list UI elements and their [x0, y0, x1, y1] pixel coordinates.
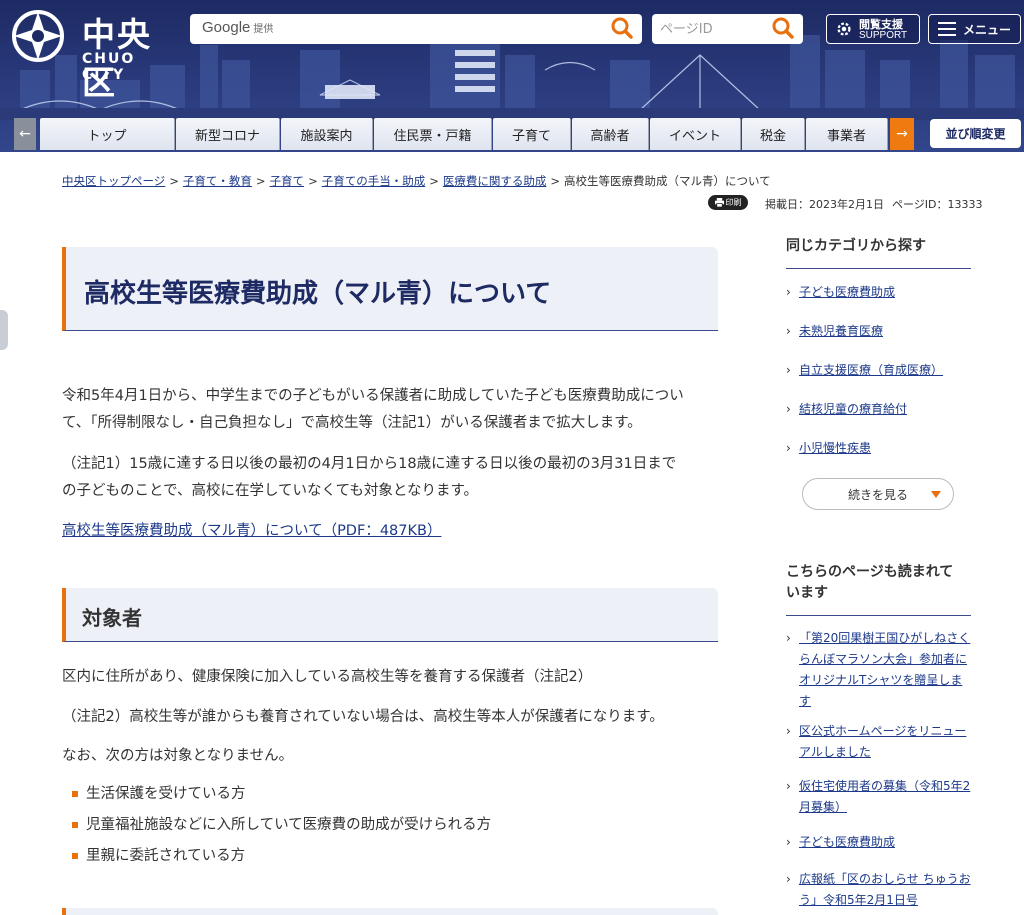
target-paragraph: 区内に住所があり、健康保険に加入している高校生等を養育する保護者（注記2）	[62, 669, 593, 685]
caret-down-icon	[931, 491, 941, 498]
print-button[interactable]: 印刷	[708, 195, 748, 210]
chevron-right-icon: ›	[786, 285, 791, 299]
chevron-right-icon: ›	[786, 835, 791, 849]
site-header: 中央区 CHUO CITY Google提供 閲覧支援 SUPPORT	[0, 0, 1024, 152]
nav-prev-arrow[interactable]: ←	[14, 118, 36, 150]
section-heading-target: 対象者	[82, 606, 142, 630]
intro-paragraph: 令和5年4月1日から、中学生までの子どもがいる保護者に助成していた子ども医療費助…	[62, 383, 718, 437]
support-label-en: SUPPORT	[859, 30, 908, 41]
breadcrumb-link-top[interactable]: 中央区トップページ	[62, 174, 165, 188]
search-icon	[611, 17, 633, 39]
side-category-link[interactable]: › 結核児童の療育給付	[786, 399, 971, 420]
breadcrumb-link-childcare[interactable]: 子育て	[270, 174, 305, 188]
side-category-link[interactable]: › 未熟児養育医療	[786, 321, 971, 342]
note2-paragraph: （注記2）高校生等が誰からも養育されていない場合は、高校生等本人が保護者になりま…	[62, 709, 664, 725]
intro-line-1: 令和5年4月1日から、中学生までの子どもがいる保護者に助成していた子ども医療費助…	[62, 388, 684, 404]
note1-paragraph: （注記1）15歳に達する日以後の最初の4月1日から18歳に達する日以後の最初の3…	[62, 451, 718, 505]
nav-tab-childcare[interactable]: 子育て	[493, 118, 571, 150]
chevron-right-icon: ›	[786, 872, 791, 886]
note1-line-2: の子どものことで、高校に在学していなくても対象となります。	[62, 483, 479, 499]
page-id-search	[652, 14, 803, 44]
nav-tab-registry[interactable]: 住民票・戸籍	[374, 118, 492, 150]
ward-emblem-icon	[12, 10, 64, 62]
nav-tab-events[interactable]: イベント	[650, 118, 741, 150]
menu-button[interactable]: メニュー	[928, 14, 1021, 44]
page-title-box: 高校生等医療費助成（マル青）について	[62, 247, 718, 331]
nav-next-arrow[interactable]: →	[890, 118, 914, 150]
breadcrumb-link-medical-subsidy[interactable]: 医療費に関する助成	[443, 174, 547, 188]
page-meta: 掲載日：2023年2月1日 ページID：13333	[765, 196, 983, 212]
google-search-label: Google 提供	[202, 19, 274, 36]
sort-order-button[interactable]: 並び順変更	[930, 119, 1021, 148]
gear-icon	[837, 22, 851, 36]
chevron-right-icon: ›	[786, 441, 791, 455]
search-input[interactable]	[290, 18, 590, 40]
nav-tab-elderly[interactable]: 高齢者	[572, 118, 649, 150]
exclusion-intro: なお、次の方は対象となりません。	[62, 748, 294, 764]
side-popular-link[interactable]: › 区公式ホームページをリニュー アルしました	[786, 721, 971, 763]
nav-tab-top[interactable]: トップ	[40, 118, 175, 150]
side-category-rule	[786, 268, 971, 269]
nav-tab-covid[interactable]: 新型コロナ	[176, 118, 280, 150]
breadcrumb-current: 高校生等医療費助成（マル青）について	[563, 174, 771, 188]
nav-tab-business[interactable]: 事業者	[806, 118, 888, 150]
chevron-right-icon: ›	[786, 363, 791, 377]
chevron-right-icon: ›	[786, 402, 791, 416]
breadcrumb: 中央区トップページ > 子育て・教育 > 子育て > 子育ての手当・助成 > 医療費に関する助成…	[62, 174, 771, 188]
chevron-right-icon: ›	[786, 631, 791, 645]
chuo-city-logo[interactable]: 中央区 CHUO CITY	[10, 6, 185, 102]
show-more-button[interactable]: 続きを見る	[802, 478, 954, 510]
note1-line-1: （注記1）15歳に達する日以後の最初の4月1日から18歳に達する日以後の最初の3…	[62, 456, 677, 472]
nav-tab-facilities[interactable]: 施設案内	[281, 118, 373, 150]
show-more-label: 続きを見る	[847, 487, 908, 502]
intro-line-2: て、「所得制限なし・自己負担なし」で高校生等（注記1）がいる保護者まで拡大します…	[62, 415, 642, 431]
search-icon	[772, 17, 794, 39]
side-popular-title: こちらのページも読まれて います	[786, 564, 954, 601]
list-item: 生活保護を受けている方	[72, 782, 712, 813]
next-section-heading-edge	[62, 908, 718, 915]
side-popular-link[interactable]: › 子ども医療費助成	[786, 832, 971, 853]
nav-tab-tax[interactable]: 税金	[742, 118, 805, 150]
arrow-right-icon: →	[896, 126, 908, 142]
side-popular-link[interactable]: › 広報紙「区のおしらせ ちゅうお う」令和5年2月1日号	[786, 869, 971, 911]
chevron-right-icon: ›	[786, 779, 791, 793]
print-label: 印刷	[725, 198, 742, 207]
chevron-right-icon: ›	[786, 324, 791, 338]
side-category-link[interactable]: › 自立支援医療（育成医療）	[786, 360, 971, 381]
section-heading-box: 対象者	[62, 588, 718, 642]
page-id-search-button[interactable]	[769, 16, 797, 42]
list-item: 児童福祉施設などに入所していて医療費の助成が受けられる方	[72, 813, 712, 844]
site-search: Google 提供	[190, 14, 642, 44]
side-popular-link[interactable]: › 仮住宅使用者の募集（令和5年2 月募集）	[786, 776, 971, 818]
side-category-link[interactable]: › 子ども医療費助成	[786, 282, 971, 303]
page-id: ページID：13333	[892, 198, 983, 211]
arrow-left-icon: ←	[19, 126, 31, 142]
side-category-title: 同じカテゴリから探す	[786, 238, 926, 254]
hamburger-icon	[938, 22, 956, 36]
breadcrumb-link-childcare-education[interactable]: 子育て・教育	[183, 174, 252, 188]
pdf-link[interactable]: 高校生等医療費助成（マル青）について（PDF：487KB）	[62, 519, 441, 540]
breadcrumb-link-allowance[interactable]: 子育ての手当・助成	[322, 174, 426, 188]
menu-label: メニュー	[963, 23, 1012, 37]
accessibility-support-button[interactable]: 閲覧支援 SUPPORT	[826, 14, 920, 44]
page-id-input[interactable]	[660, 18, 765, 40]
page-title: 高校生等医療費助成（マル青）について	[84, 279, 552, 309]
list-item: 里親に委託されている方	[72, 844, 712, 875]
left-edge-decoration	[0, 310, 8, 350]
side-popular-rule	[786, 615, 971, 616]
exclusion-list: 生活保護を受けている方 児童福祉施設などに入所していて医療費の助成が受けられる方…	[72, 782, 712, 875]
logo-wordmark-en: CHUO CITY	[82, 51, 136, 83]
chevron-right-icon: ›	[786, 724, 791, 738]
posted-date: 掲載日：2023年2月1日	[765, 198, 884, 211]
side-popular-link[interactable]: › 「第20回果樹王国ひがしねさく らんぼマラソン大会」参加者に オリジナルTシャツを…	[786, 628, 971, 712]
printer-icon	[714, 198, 724, 207]
search-button[interactable]	[608, 16, 636, 42]
side-category-link[interactable]: › 小児慢性疾患	[786, 438, 971, 459]
